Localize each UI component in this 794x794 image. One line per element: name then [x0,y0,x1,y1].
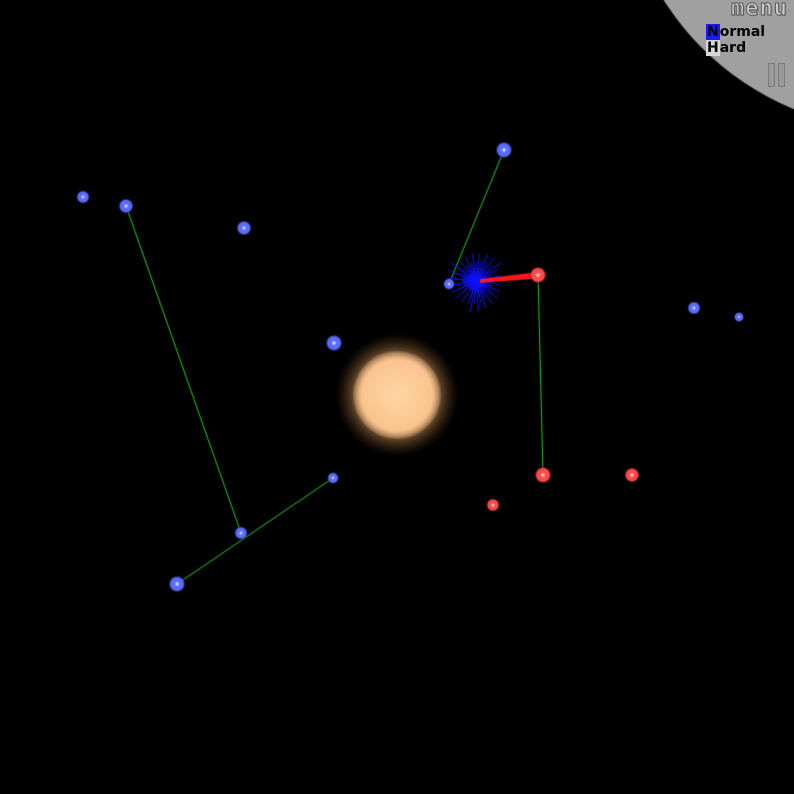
normal-initial: N [706,24,720,40]
hard-label: ard [719,40,747,56]
menu-title[interactable]: menu [731,0,788,22]
hard-initial: H [706,40,720,56]
normal-label: ormal [719,24,766,40]
difficulty-hard-option[interactable]: Hard [706,40,746,56]
pause-icon [768,63,775,87]
pause-button[interactable] [766,63,786,87]
difficulty-normal-option[interactable]: Normal [706,24,765,40]
pause-icon-bar [778,63,785,87]
game-field[interactable] [0,0,794,794]
